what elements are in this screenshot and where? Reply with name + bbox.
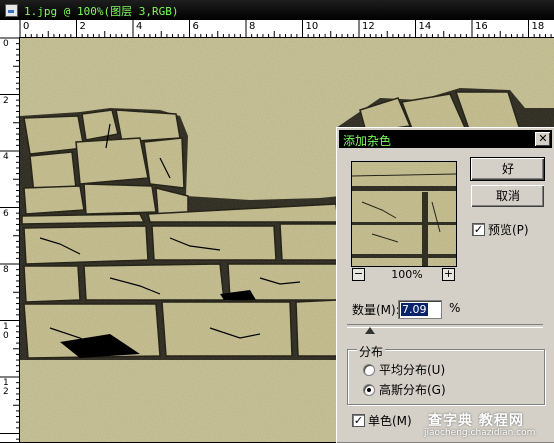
ruler-vertical: 0 2 4 6 8 1 0 1 2 [0,37,20,442]
ruler-number: 14 [418,21,432,32]
distribution-label: 分布 [357,343,386,360]
cancel-button[interactable]: 取消 [471,185,544,207]
document-title-bar[interactable]: 1.jpg @ 100%(图层 3,RGB) [0,0,554,20]
watermark: 查字典 教程网 jiaocheng.chazidian.com [420,408,554,442]
dialog-title: 添加杂色 [343,134,392,148]
ruler-number: 2 [3,95,9,106]
watermark-title: 查字典 教程网 [428,413,524,429]
ruler-number: 1 0 [3,321,9,341]
uniform-radio[interactable] [363,364,375,376]
gaussian-radio[interactable] [363,384,375,396]
document-window: 1.jpg @ 100%(图层 3,RGB) 0 2 4 6 8 10 12 14 16 18 0… [0,0,554,443]
ruler-number: 10 [305,21,319,32]
zoom-level: 100% [391,268,423,281]
amount-label: 数量(M): [352,303,400,317]
amount-slider-track[interactable] [347,324,543,328]
monochrome-checkbox[interactable]: ✓ [352,414,365,427]
ruler-number: 8 [249,21,256,32]
ruler-number: 16 [475,21,488,32]
amount-input[interactable]: 7.09 [398,300,442,319]
ruler-number: 6 [3,208,9,219]
watermark-url: jiaocheng.chazidian.com [424,428,536,438]
monochrome-label: 单色(M) [368,414,412,428]
add-noise-dialog: 添加杂色 ✕ − 100% + 好 取消 ✓ 预览(P) 数量(M): 7.09… [336,127,554,443]
ruler-number: 6 [192,21,199,32]
amount-unit: % [449,301,461,315]
zoom-out-button[interactable]: − [352,268,365,281]
ruler-number: 4 [3,152,9,162]
ruler-number: 0 [23,21,30,32]
preview-window[interactable] [351,161,457,267]
ruler-number: 1 2 [3,378,9,397]
dialog-title-bar[interactable]: 添加杂色 ✕ [339,130,552,148]
ruler-number: 8 [3,265,9,275]
zoom-in-button[interactable]: + [442,268,455,281]
gaussian-label: 高斯分布(G) [379,383,446,397]
amount-value: 7.09 [401,303,428,316]
document-title: 1.jpg @ 100%(图层 3,RGB) [24,5,179,18]
ruler-number: 18 [531,21,545,32]
ruler-number: 4 [136,21,143,32]
document-icon [5,4,18,17]
preview-label: 预览(P) [488,223,529,237]
uniform-label: 平均分布(U) [379,363,446,377]
ruler-horizontal: 0 2 4 6 8 10 12 14 16 18 [0,20,554,38]
ruler-number: 0 [3,39,9,49]
ok-button[interactable]: 好 [470,157,545,181]
preview-checkbox[interactable]: ✓ [472,223,485,236]
amount-slider-thumb[interactable] [365,327,375,334]
close-button[interactable]: ✕ [535,132,550,146]
ruler-number: 2 [79,21,86,32]
ruler-number: 12 [362,21,375,32]
